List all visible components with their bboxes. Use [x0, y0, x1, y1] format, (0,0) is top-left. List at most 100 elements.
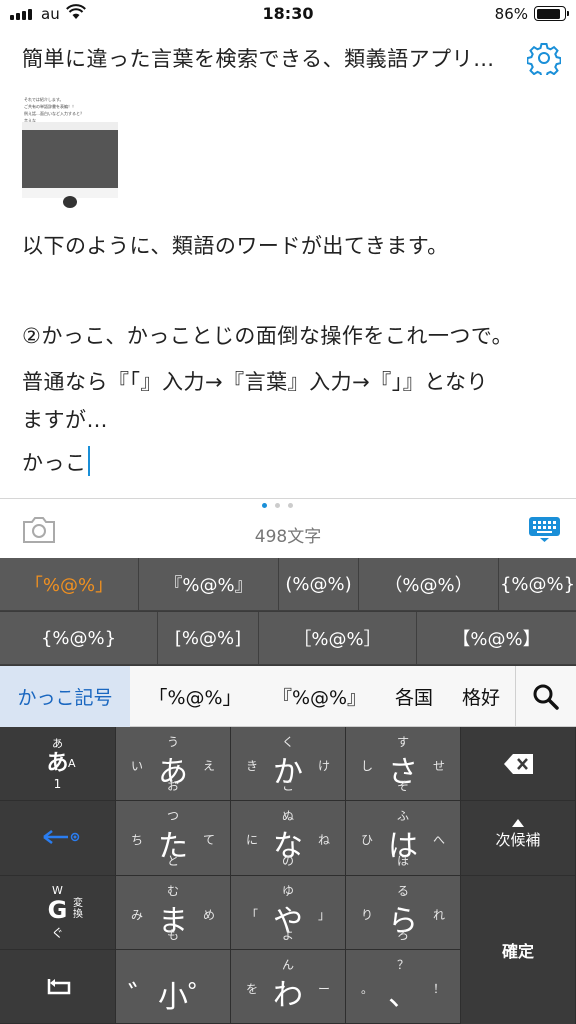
gear-icon[interactable]	[527, 41, 561, 75]
text-cursor	[87, 446, 90, 476]
suggestion-bar: かっこ記号 「%@%」 『%@%』 各国 格好	[0, 666, 576, 727]
g-bottom: ぐ	[51, 926, 64, 940]
triangle-up-icon	[512, 819, 524, 827]
next-candidate-key[interactable]: 次候補	[461, 801, 576, 876]
kana-key[interactable]: あうおいえ	[116, 727, 231, 801]
page-dot	[262, 503, 267, 508]
kana-key-sub: ひ	[361, 833, 374, 847]
document-title[interactable]: 簡単に違った言葉を検索できる、類義語アプリ…	[22, 43, 495, 73]
kana-key-sub: れ	[432, 908, 445, 922]
undo-key[interactable]	[0, 950, 116, 1024]
next-candidate-label: 次候補	[495, 831, 541, 849]
thumb-camera-icon	[63, 196, 77, 208]
kana-key-sub: せ	[432, 759, 445, 773]
candidate[interactable]: ［%@%］	[259, 612, 417, 665]
suggestion[interactable]: 格好	[452, 666, 510, 727]
divider	[0, 498, 576, 499]
doc-line[interactable]: ますが…	[22, 404, 562, 434]
kana-key-sub: き	[246, 759, 259, 773]
candidate[interactable]: 「%@%」	[0, 558, 139, 611]
page-indicator	[262, 503, 293, 508]
kana-key-sub: 。	[361, 982, 374, 996]
kana-key-sub: る	[396, 884, 409, 898]
kana-key[interactable]: さすそしせ	[346, 727, 461, 801]
doc-line-text: かっこ	[22, 451, 87, 475]
candidate[interactable]: 【%@%】	[417, 612, 576, 665]
kana-key-sub: ね	[317, 833, 330, 847]
kana-key[interactable]: 、？。！	[346, 950, 461, 1024]
candidate[interactable]: {%@%}	[499, 558, 576, 611]
kana-key-sub: て	[202, 833, 215, 847]
kana-key[interactable]: まむもみめ	[116, 876, 231, 950]
kana-key-sub: そ	[396, 779, 409, 793]
doc-line-current[interactable]: かっこ	[22, 446, 562, 477]
thumb-line: それでは紹介します。	[24, 97, 64, 102]
doc-line[interactable]: 以下のように、類語のワードが出てきます。	[22, 230, 562, 260]
suggestion[interactable]: 「%@%」	[140, 666, 250, 727]
kana-key-sub: ー	[317, 982, 330, 996]
candidate[interactable]: （%@%）	[359, 558, 499, 611]
doc-line[interactable]: ②かっこ、かっことじの面倒な操作をこれ一つで。	[22, 320, 562, 350]
battery-percent: 86%	[494, 5, 528, 23]
confirm-key[interactable]: 確定	[461, 876, 576, 1024]
doc-line[interactable]: 普通なら『「』入力→『言葉』入力→『」』となり	[22, 366, 562, 396]
g-main: G	[47, 896, 68, 924]
kana-key[interactable]: らるろりれ	[346, 876, 461, 950]
kana-key[interactable]: たつとちて	[116, 801, 231, 876]
kana-key[interactable]: はふほひへ	[346, 801, 461, 876]
thumb-keyboard-grid	[22, 130, 118, 188]
kana-key-sub: つ	[166, 809, 179, 823]
keyboard-icon[interactable]	[528, 516, 561, 544]
kana-key-sub: ろ	[396, 928, 409, 942]
kana-key-sub: ？	[396, 958, 409, 972]
kana-key-sub: へ	[432, 833, 445, 847]
kana-key-sub: む	[166, 884, 179, 898]
kana-key-sub: す	[396, 735, 409, 749]
title-bar: 簡単に違った言葉を検索できる、類義語アプリ…	[0, 30, 576, 88]
kana-key[interactable]: やゆよ「」	[231, 876, 346, 950]
kana-key-sub: も	[166, 928, 179, 942]
kana-key-sub: ぬ	[281, 809, 294, 823]
kana-key-main: ゛小゜	[128, 980, 218, 1015]
confirm-label: 確定	[501, 942, 534, 961]
kana-key-sub: く	[281, 735, 294, 749]
kana-key-sub: を	[246, 982, 259, 996]
input-mode-key[interactable]: あ あ A 1	[0, 727, 116, 801]
thumb-line: 例え話…面白いなど入力すると？	[24, 111, 84, 116]
suggestion[interactable]: 『%@%』	[262, 666, 377, 727]
backspace-key[interactable]	[461, 727, 576, 801]
kana-key-sub: ゆ	[281, 884, 294, 898]
candidate[interactable]: {%@%}	[0, 612, 158, 665]
char-count: 498文字	[254, 527, 322, 547]
suggestion[interactable]: 各国	[385, 666, 443, 727]
kana-key[interactable]: わんをー	[231, 950, 346, 1024]
embedded-screenshot-image[interactable]: それでは紹介します。 ご共有の単語辞書を表編！！ 例え話…面白いなど入力すると？…	[22, 92, 118, 210]
kana-key-sub: お	[166, 779, 179, 793]
battery-icon	[534, 6, 569, 21]
candidate[interactable]: (%@%)	[279, 558, 359, 611]
suggestion-selected[interactable]: かっこ記号	[0, 666, 130, 727]
search-icon	[533, 684, 559, 710]
kana-key-sub: り	[361, 908, 374, 922]
kana-key-sub: ち	[131, 833, 144, 847]
page-dot	[275, 503, 280, 508]
cursor-left-key[interactable]	[0, 801, 116, 876]
kana-key[interactable]: かくこきけ	[231, 727, 346, 801]
kana-key-sub: い	[131, 759, 144, 773]
candidate[interactable]: [%@%]	[158, 612, 259, 665]
google-convert-key[interactable]: W G 変換 ぐ	[0, 876, 116, 950]
status-bar: au 18:30 86%	[0, 0, 576, 30]
kana-key[interactable]: なぬのにね	[231, 801, 346, 876]
candidate-row-1: 「%@%」 『%@%』 (%@%) （%@%） {%@%}	[0, 558, 576, 611]
kana-key[interactable]: ゛小゜	[116, 950, 231, 1024]
arrow-left-icon	[43, 830, 80, 844]
search-button[interactable]	[515, 666, 576, 727]
kana-key-sub: う	[166, 735, 179, 749]
candidate[interactable]: 『%@%』	[139, 558, 279, 611]
thumb-line: ご共有の単語辞書を表編！！	[24, 104, 76, 109]
kana-key-sub: 」	[317, 908, 330, 922]
mode-main: あ	[46, 751, 69, 776]
kana-key-sub: と	[166, 854, 179, 868]
page-dot	[288, 503, 293, 508]
thumb-header	[22, 122, 118, 130]
